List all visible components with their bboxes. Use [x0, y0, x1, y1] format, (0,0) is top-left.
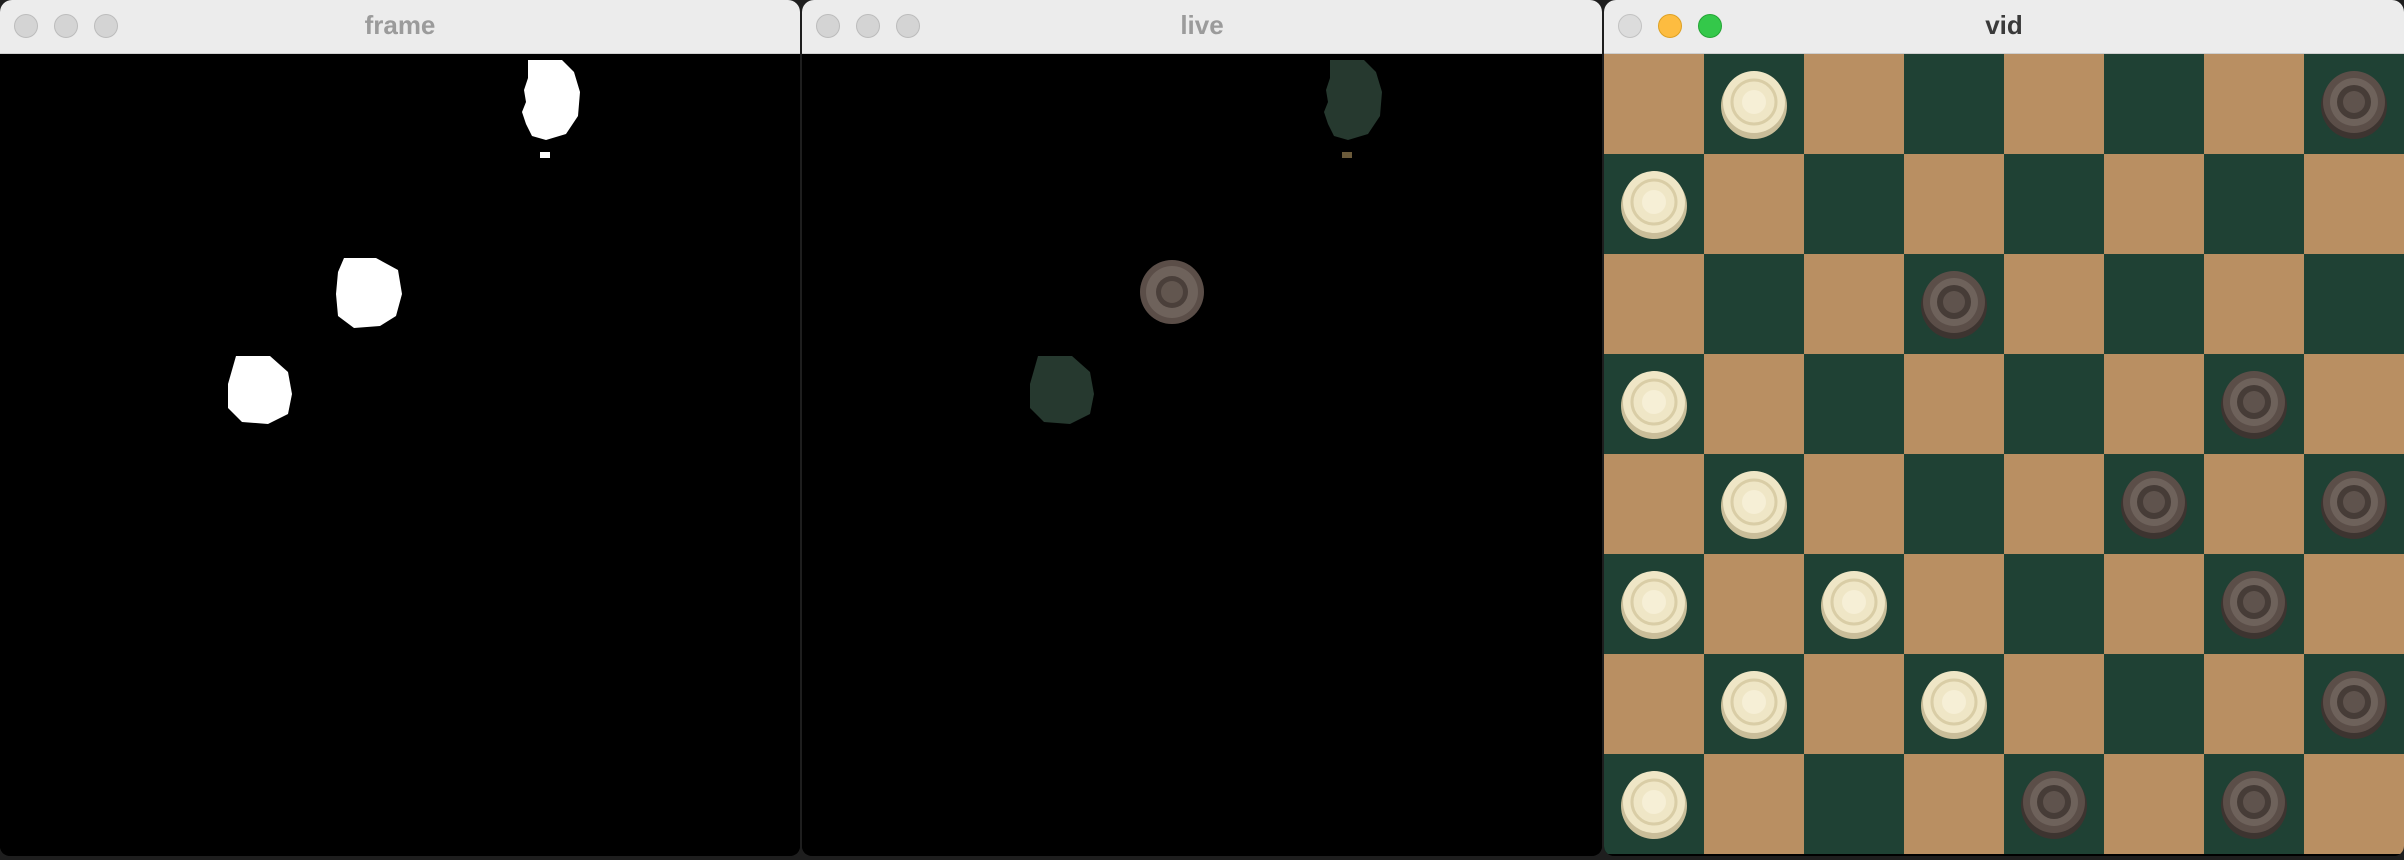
board-square-light [1604, 654, 1704, 754]
board-square-light [1904, 554, 2004, 654]
board-square-light [1704, 354, 1804, 454]
board-square-light [1804, 54, 1904, 154]
board-square-dark [2104, 254, 2204, 354]
board-square-light [2304, 754, 2404, 854]
board-square-light [2204, 254, 2304, 354]
mask-image [0, 54, 800, 854]
board-square-light [1604, 454, 1704, 554]
board-square-dark [1704, 254, 1804, 354]
live-canvas [802, 54, 1602, 854]
board-square-dark [2204, 154, 2304, 254]
board-square-light [1804, 254, 1904, 354]
board-square-dark [2104, 54, 2204, 154]
vid-window[interactable]: vid [1604, 0, 2404, 856]
board-square-light [1604, 254, 1704, 354]
board-square-light [2004, 54, 2104, 154]
board-square-light [1804, 654, 1904, 754]
board-square-light [1904, 754, 2004, 854]
board-square-dark [2004, 154, 2104, 254]
board-square-light [1704, 554, 1804, 654]
mask-blob [336, 258, 402, 328]
mask-blob [540, 152, 550, 158]
frame-window[interactable]: frame [0, 0, 800, 856]
board-square-light [2104, 554, 2204, 654]
board-square-light [1904, 354, 2004, 454]
live-dark-checker [1140, 260, 1204, 324]
board-square-light [2004, 454, 2104, 554]
board-square-light [2304, 154, 2404, 254]
board-square-dark [1804, 754, 1904, 854]
board-square-dark [1804, 154, 1904, 254]
board-square-light [2304, 354, 2404, 454]
board-square-light [1804, 454, 1904, 554]
board-square-dark [1804, 354, 1904, 454]
board-square-dark [2004, 554, 2104, 654]
vid-canvas [1604, 54, 2404, 854]
window-title: live [1180, 10, 1224, 40]
board-square-light [1604, 54, 1704, 154]
board-square-dark [1904, 454, 2004, 554]
live-blob [1342, 152, 1352, 158]
live-window[interactable]: live [802, 0, 1602, 856]
board-square-light [2204, 54, 2304, 154]
board-square-light [2204, 654, 2304, 754]
frame-title-bar[interactable]: frame [0, 0, 800, 54]
board-square-dark [1904, 54, 2004, 154]
frame-canvas [0, 54, 800, 854]
window-title: frame [364, 10, 436, 40]
live-title-bar[interactable]: live [802, 0, 1602, 54]
board-square-light [2104, 154, 2204, 254]
board-square-light [1904, 154, 2004, 254]
board-square-light [2004, 654, 2104, 754]
board-square-light [2004, 254, 2104, 354]
board-square-light [2104, 754, 2204, 854]
board-square-light [1704, 754, 1804, 854]
board-square-dark [2104, 654, 2204, 754]
window-title: vid [1985, 10, 2023, 40]
board-square-dark [2304, 254, 2404, 354]
board-square-light [1704, 154, 1804, 254]
board-square-light [2104, 354, 2204, 454]
vid-title-bar[interactable]: vid [1604, 0, 2404, 54]
board-square-light [2204, 454, 2304, 554]
masked-live-image [802, 54, 1602, 854]
board-square-light [2304, 554, 2404, 654]
board-square-dark [2004, 354, 2104, 454]
checkers-board [1604, 54, 2404, 854]
